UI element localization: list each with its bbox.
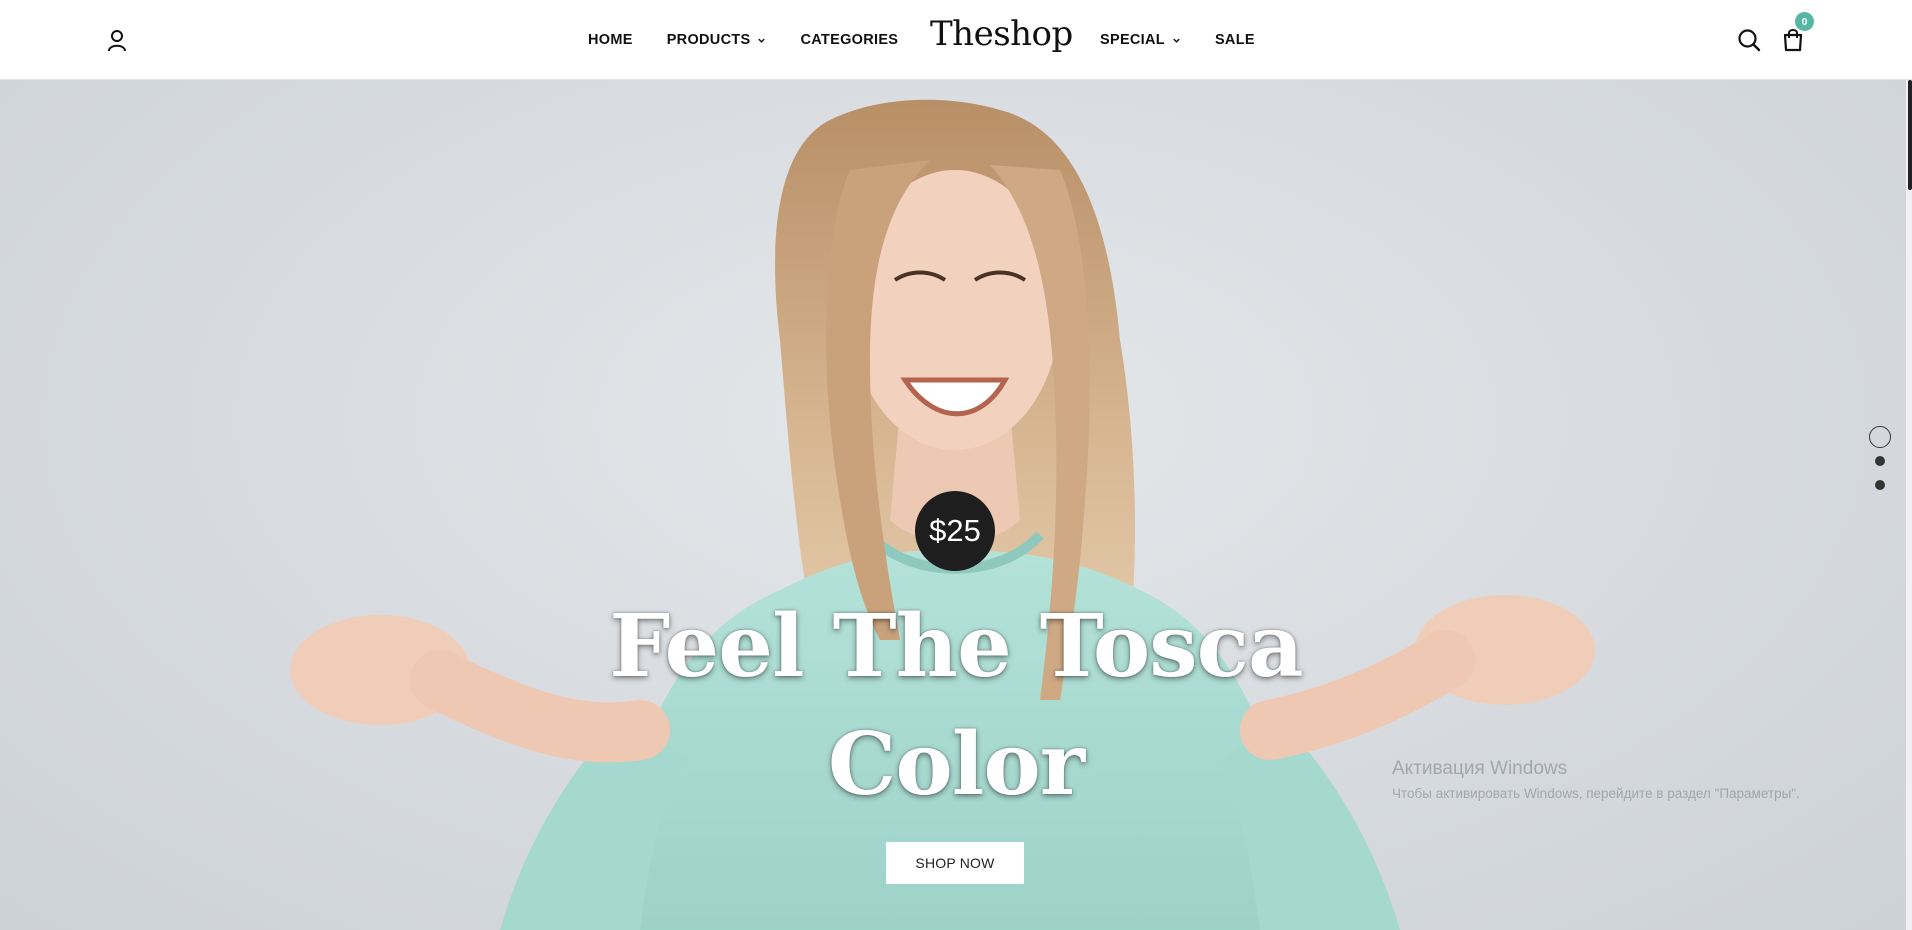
hero-title: Feel The Tosca Color	[609, 596, 1304, 815]
account-button[interactable]	[104, 27, 130, 53]
cart-count-badge: 0	[1795, 12, 1814, 31]
shop-now-button[interactable]: SHOP NOW	[886, 842, 1024, 884]
chevron-down-icon	[758, 38, 766, 43]
page-scrollbar-track[interactable]	[1906, 80, 1912, 930]
primary-nav-left: HOME PRODUCTS CATEGORIES	[588, 0, 932, 80]
watermark-subtitle: Чтобы активировать Windows, перейдите в …	[1392, 786, 1800, 801]
search-icon	[1738, 29, 1761, 52]
nav-home-label: HOME	[588, 32, 633, 48]
nav-products[interactable]: PRODUCTS	[667, 32, 767, 48]
primary-nav-right: SPECIAL SALE	[1100, 0, 1289, 80]
chevron-down-icon	[1173, 38, 1180, 43]
watermark-title: Активация Windows	[1392, 758, 1568, 779]
nav-special[interactable]: SPECIAL	[1100, 32, 1181, 48]
slide-dot-1[interactable]	[1869, 426, 1891, 448]
slide-dot-3[interactable]	[1875, 480, 1885, 490]
page-scrollbar-thumb[interactable]	[1908, 80, 1912, 190]
price-badge: $25	[915, 491, 995, 571]
hero-slider: $25 Feel The Tosca Color SHOP NOW Актива…	[0, 80, 1912, 930]
user-icon	[108, 30, 126, 52]
site-header: HOME PRODUCTS CATEGORIES Theshop SPECIAL…	[0, 0, 1912, 80]
windows-activation-watermark: Активация Windows Чтобы активировать Win…	[1392, 758, 1800, 801]
nav-categories[interactable]: CATEGORIES	[800, 32, 898, 48]
nav-products-label: PRODUCTS	[666, 32, 751, 48]
nav-categories-label: CATEGORIES	[800, 32, 899, 48]
slider-pagination	[1866, 426, 1894, 506]
site-logo[interactable]: Theshop	[930, 14, 1073, 54]
search-button[interactable]	[1736, 27, 1762, 53]
nav-sale[interactable]: SALE	[1215, 32, 1255, 48]
slide-dot-2[interactable]	[1875, 456, 1885, 466]
nav-home[interactable]: HOME	[588, 32, 633, 48]
nav-sale-label: SALE	[1214, 32, 1255, 48]
nav-special-label: SPECIAL	[1100, 32, 1165, 48]
